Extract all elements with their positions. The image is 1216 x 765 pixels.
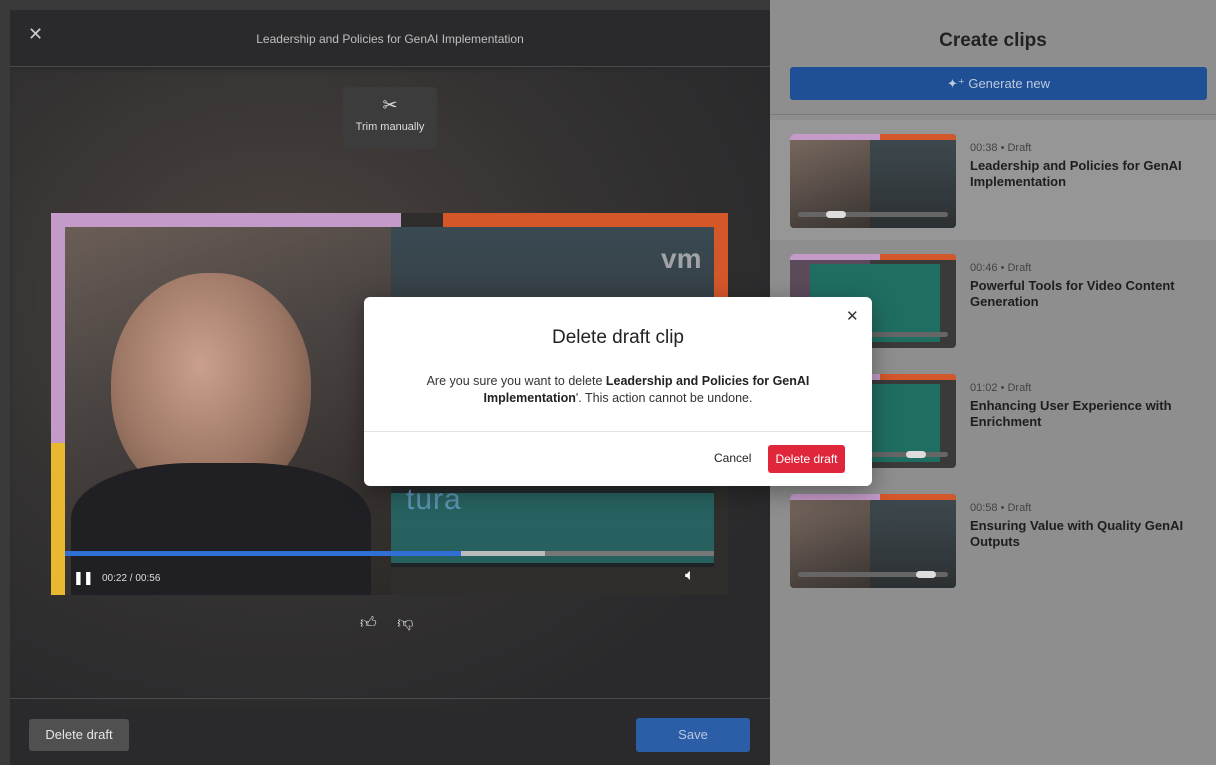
confirm-delete-button[interactable]: Delete draft: [768, 445, 845, 473]
dialog-message-suffix: '. This action cannot be undone.: [575, 391, 753, 405]
delete-draft-dialog: ✕ Delete draft clip Are you sure you wan…: [364, 297, 872, 486]
dialog-message-prefix: Are you sure you want to delete: [426, 374, 606, 388]
dialog-title: Delete draft clip: [551, 327, 684, 348]
close-icon[interactable]: ✕: [846, 307, 859, 325]
cancel-button[interactable]: Cancel: [714, 451, 751, 465]
divider: [364, 431, 872, 432]
dialog-message: Are you sure you want to delete Leadersh…: [404, 373, 832, 407]
